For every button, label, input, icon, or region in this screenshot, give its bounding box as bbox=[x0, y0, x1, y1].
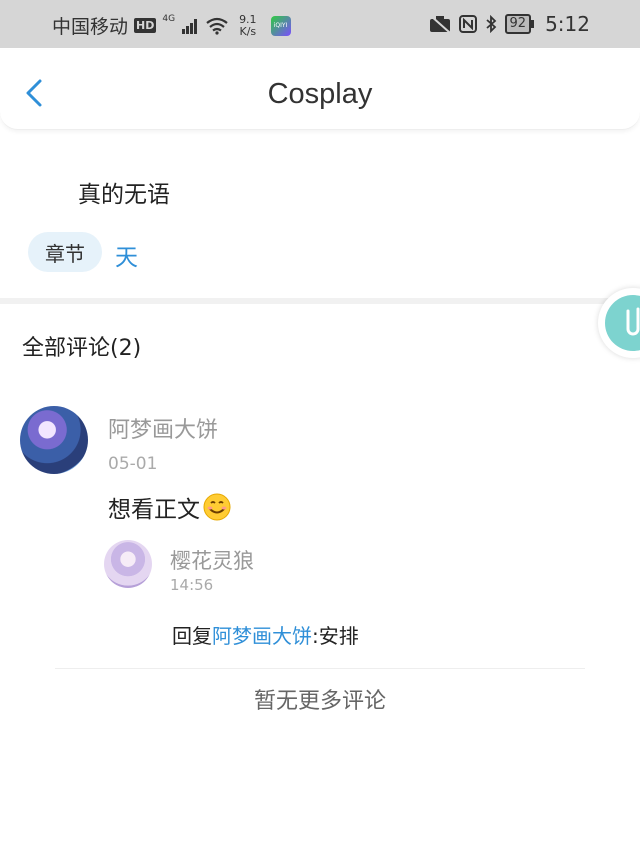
network-speed: 9.1 K/s bbox=[239, 12, 257, 38]
no-more-comments: 暂无更多评论 bbox=[253, 689, 386, 714]
reply-time: 14:56 bbox=[170, 576, 214, 594]
comment-username[interactable]: 阿梦画大饼 bbox=[108, 412, 218, 444]
chapter-link[interactable]: 天 bbox=[115, 238, 138, 272]
signal-icon bbox=[182, 18, 198, 34]
comments-divider bbox=[55, 668, 585, 669]
comment-date: 05-01 bbox=[108, 454, 158, 474]
network-type: 4G bbox=[162, 13, 176, 24]
comments-header: 全部评论(2) bbox=[22, 336, 142, 361]
chapter-tag: 章节 bbox=[28, 232, 102, 272]
status-bar: 中国移动 HD 4G 9.1 K/s iQIYI 92 5:12 bbox=[0, 0, 640, 48]
clip-icon bbox=[626, 307, 640, 336]
reply-text: 回复阿梦画大饼:安排 bbox=[172, 620, 359, 649]
comment-text: 想看正文 bbox=[108, 497, 200, 523]
status-right: 92 5:12 bbox=[429, 12, 590, 36]
bluetooth-icon bbox=[485, 15, 496, 33]
wifi-icon bbox=[206, 17, 228, 35]
camera-off-icon bbox=[429, 15, 450, 33]
hd-badge: HD bbox=[134, 18, 157, 33]
avatar[interactable] bbox=[20, 406, 88, 474]
speed-value: 9.1 bbox=[239, 12, 257, 26]
speed-unit: K/s bbox=[239, 24, 257, 38]
reply-prefix: 回复 bbox=[172, 624, 212, 648]
carrier-name: 中国移动 bbox=[52, 16, 129, 38]
status-left: 中国移动 HD 4G 9.1 K/s iQIYI bbox=[52, 12, 291, 39]
battery-icon: 92 bbox=[504, 14, 534, 34]
smiling-face-icon bbox=[203, 493, 231, 521]
float-button-inner bbox=[605, 295, 640, 351]
nav-bar: Cosplay bbox=[0, 50, 640, 130]
page-title: Cosplay bbox=[267, 78, 373, 110]
nfc-icon bbox=[458, 15, 477, 33]
iqiyi-app-icon: iQIYI bbox=[270, 15, 291, 36]
section-divider bbox=[0, 298, 640, 304]
reply-avatar[interactable] bbox=[104, 540, 152, 588]
reply-username[interactable]: 樱花灵狼 bbox=[170, 545, 254, 575]
reply-content: :安排 bbox=[312, 624, 359, 648]
reply-mention[interactable]: 阿梦画大饼 bbox=[212, 624, 312, 648]
clock: 5:12 bbox=[545, 12, 590, 36]
post-text: 真的无语 bbox=[78, 182, 170, 208]
comment-text-row: 想看正文 bbox=[108, 490, 232, 524]
